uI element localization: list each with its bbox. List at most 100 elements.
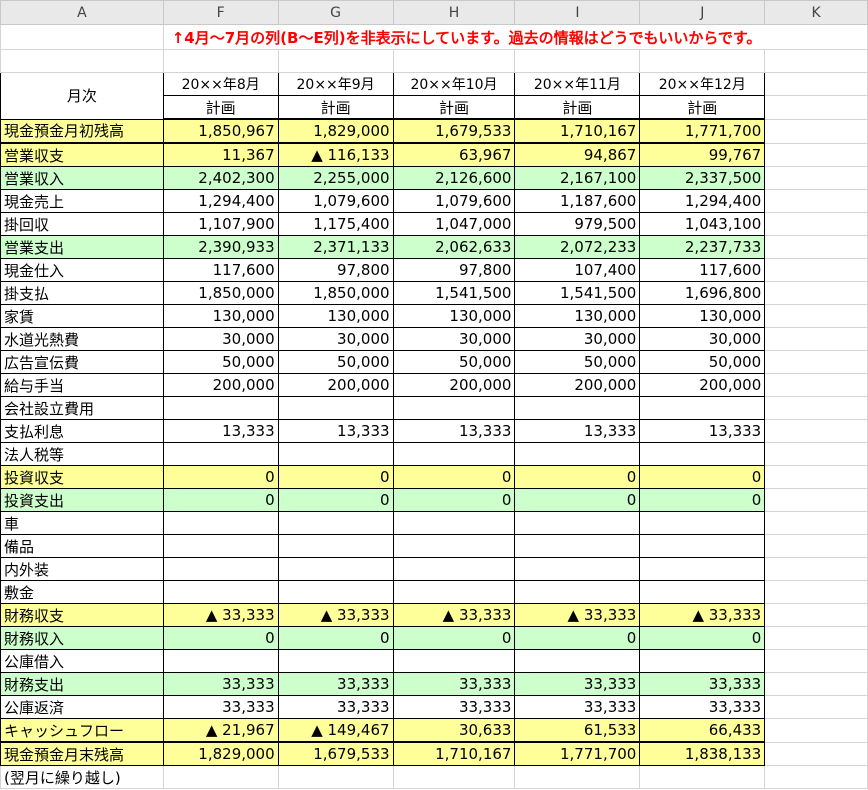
row-label[interactable]: 備品 <box>0 534 164 558</box>
row-label[interactable]: 敷金 <box>0 580 164 604</box>
value-cell[interactable]: 13,333 <box>514 419 641 443</box>
cell[interactable] <box>764 603 868 627</box>
cell[interactable] <box>277 49 394 73</box>
row-label[interactable]: 投資収支 <box>0 465 164 489</box>
value-cell[interactable]: 107,400 <box>514 258 641 282</box>
value-cell[interactable]: 2,255,000 <box>277 166 394 190</box>
value-cell[interactable]: 13,333 <box>392 419 516 443</box>
value-cell[interactable]: 30,000 <box>277 327 394 351</box>
cell[interactable] <box>764 212 868 236</box>
value-cell[interactable] <box>392 511 516 535</box>
cell[interactable] <box>764 281 868 305</box>
month-header[interactable]: 20××年10月 <box>392 72 516 96</box>
cell[interactable] <box>764 488 868 512</box>
value-cell[interactable]: 2,237,733 <box>639 235 766 259</box>
value-cell[interactable]: 2,072,233 <box>514 235 641 259</box>
footer-note[interactable]: (翌月に繰り越し) <box>0 765 164 789</box>
cell[interactable] <box>764 465 868 489</box>
value-cell[interactable]: 0 <box>392 465 516 489</box>
value-cell[interactable]: 50,000 <box>277 350 394 374</box>
value-cell[interactable]: 1,294,400 <box>639 189 766 213</box>
value-cell[interactable]: ▲ 21,967 <box>162 718 279 743</box>
cell[interactable] <box>392 765 516 789</box>
plan-header[interactable]: 計画 <box>392 95 516 120</box>
value-cell[interactable]: 200,000 <box>277 373 394 397</box>
cell[interactable] <box>764 765 868 789</box>
row-label[interactable]: 車 <box>0 511 164 535</box>
value-cell[interactable] <box>392 442 516 466</box>
column-header-A[interactable]: A <box>0 0 164 25</box>
value-cell[interactable]: 66,433 <box>639 718 766 743</box>
cell[interactable] <box>764 649 868 673</box>
value-cell[interactable]: 979,500 <box>514 212 641 236</box>
cell[interactable] <box>764 72 868 96</box>
value-cell[interactable] <box>639 442 766 466</box>
cell[interactable] <box>764 258 868 282</box>
row-label[interactable]: 営業収支 <box>0 142 164 167</box>
value-cell[interactable]: 0 <box>514 488 641 512</box>
value-cell[interactable] <box>277 511 394 535</box>
value-cell[interactable]: 2,126,600 <box>392 166 516 190</box>
value-cell[interactable]: 50,000 <box>162 350 279 374</box>
value-cell[interactable]: 1,079,600 <box>277 189 394 213</box>
plan-header[interactable]: 計画 <box>514 95 641 120</box>
cell[interactable] <box>764 672 868 696</box>
column-header-H[interactable]: H <box>392 0 516 25</box>
value-cell[interactable]: 0 <box>162 465 279 489</box>
value-cell[interactable]: 33,333 <box>392 672 516 696</box>
value-cell[interactable]: ▲ 33,333 <box>392 603 516 627</box>
column-header-I[interactable]: I <box>514 0 641 25</box>
value-cell[interactable]: 33,333 <box>514 695 641 719</box>
row-label[interactable]: 会社設立費用 <box>0 396 164 420</box>
value-cell[interactable]: 97,800 <box>392 258 516 282</box>
value-cell[interactable]: 1,710,167 <box>392 741 516 766</box>
value-cell[interactable]: 0 <box>514 626 641 650</box>
value-cell[interactable] <box>277 557 394 581</box>
value-cell[interactable]: 1,043,100 <box>639 212 766 236</box>
hidden-columns-note[interactable]: ↑4月～7月の列(B～E列)を非表示にしています。過去の情報はどうでもいいからで… <box>162 24 868 50</box>
row-label[interactable]: 現金預金月末残高 <box>0 741 164 766</box>
value-cell[interactable]: 33,333 <box>277 672 394 696</box>
value-cell[interactable]: ▲ 33,333 <box>514 603 641 627</box>
value-cell[interactable]: 117,600 <box>639 258 766 282</box>
cell[interactable] <box>764 534 868 558</box>
value-cell[interactable] <box>514 442 641 466</box>
value-cell[interactable] <box>639 534 766 558</box>
value-cell[interactable]: 0 <box>639 465 766 489</box>
cell[interactable] <box>764 557 868 581</box>
row-label[interactable]: 掛回収 <box>0 212 164 236</box>
cell[interactable] <box>764 741 868 766</box>
value-cell[interactable]: 1,838,133 <box>639 741 766 766</box>
row-label-header[interactable]: 月次 <box>0 72 164 120</box>
value-cell[interactable] <box>277 580 394 604</box>
value-cell[interactable]: 33,333 <box>514 672 641 696</box>
value-cell[interactable] <box>162 580 279 604</box>
value-cell[interactable]: 1,696,800 <box>639 281 766 305</box>
value-cell[interactable]: 1,679,533 <box>277 741 394 766</box>
value-cell[interactable] <box>514 534 641 558</box>
value-cell[interactable]: 30,000 <box>392 327 516 351</box>
cell[interactable] <box>764 373 868 397</box>
value-cell[interactable] <box>514 649 641 673</box>
row-label[interactable]: 法人税等 <box>0 442 164 466</box>
value-cell[interactable]: 200,000 <box>392 373 516 397</box>
value-cell[interactable]: 130,000 <box>392 304 516 328</box>
value-cell[interactable]: 0 <box>277 626 394 650</box>
row-label[interactable]: 現金売上 <box>0 189 164 213</box>
cell[interactable] <box>764 580 868 604</box>
cell[interactable] <box>764 626 868 650</box>
cell[interactable] <box>764 396 868 420</box>
value-cell[interactable]: 130,000 <box>162 304 279 328</box>
value-cell[interactable]: 1,771,700 <box>639 118 766 144</box>
value-cell[interactable]: 1,294,400 <box>162 189 279 213</box>
value-cell[interactable] <box>639 396 766 420</box>
cell[interactable] <box>0 49 164 73</box>
value-cell[interactable]: 0 <box>392 488 516 512</box>
cell[interactable] <box>764 49 868 73</box>
value-cell[interactable] <box>514 511 641 535</box>
cell[interactable] <box>764 718 868 743</box>
row-label[interactable]: 水道光熱費 <box>0 327 164 351</box>
value-cell[interactable]: 30,000 <box>514 327 641 351</box>
row-label[interactable]: 現金預金月初残高 <box>0 118 164 144</box>
value-cell[interactable]: 99,767 <box>639 142 766 167</box>
